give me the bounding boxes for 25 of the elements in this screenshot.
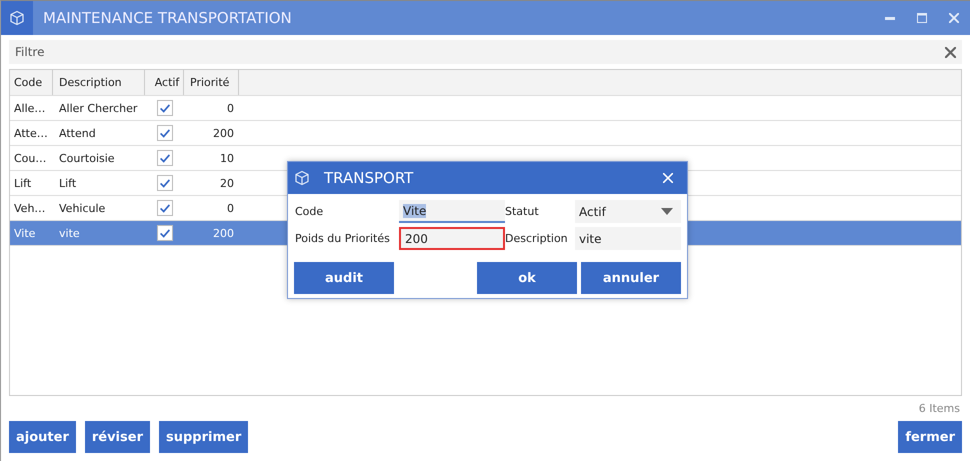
field-label: Description (505, 232, 569, 245)
table-cell-text: Cou… (13, 152, 48, 164)
table-cell-text: 0 (226, 102, 235, 114)
field-label: Statut (505, 205, 540, 218)
table-cell-text: Courtoisie (58, 152, 116, 164)
table-cell-text: vite (58, 226, 81, 240)
table-cell-text: 0 (226, 202, 235, 214)
field-label: Poids du Priorités (295, 232, 391, 245)
table-cell-text: 20 (219, 176, 235, 190)
table-cell-text: Atte… (13, 126, 49, 140)
table-cell-text: 200 (212, 226, 235, 240)
table-cell-text: Alle… (13, 102, 46, 114)
table-cell-text: Lift (13, 176, 32, 190)
table-cell-text: Lift (58, 176, 78, 190)
item-count: 6 Items (918, 401, 961, 415)
table-cell-text: Attend (58, 126, 97, 140)
table-cell-text: Vehicule (58, 202, 106, 214)
table-cell-text: Aller Chercher (58, 102, 138, 114)
window-title: MAINTENANCE TRANSPORTATION (43, 9, 293, 27)
table-cell-text: Vite (13, 226, 36, 240)
table-cell-text: 200 (212, 126, 235, 140)
table-cell-text: 10 (219, 152, 235, 164)
table-cell-text: Veh… (13, 202, 46, 214)
field-label: Code (295, 205, 324, 218)
dialog-title: TRANSPORT (324, 169, 414, 187)
